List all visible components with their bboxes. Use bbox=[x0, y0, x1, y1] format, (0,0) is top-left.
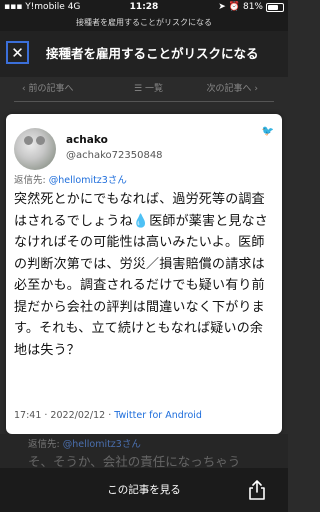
prev-label: 前の記事へ bbox=[28, 84, 74, 94]
divider bbox=[14, 101, 274, 102]
prev-article-link[interactable]: ‹ 前の記事へ bbox=[22, 77, 73, 101]
close-button[interactable]: ✕ bbox=[6, 41, 29, 64]
embedded-tweet[interactable]: achako @achako72350848 🐦 返信先: @hellomitz… bbox=[6, 114, 282, 434]
close-icon: ✕ bbox=[11, 43, 24, 62]
status-bar: ▪▪▪ Y!mobile 4G 11:28 ➤ ⏰ 81% bbox=[0, 0, 288, 14]
source-link[interactable]: Twitter for Android bbox=[114, 410, 202, 421]
avatar-detail bbox=[36, 136, 45, 145]
view-article-button[interactable]: この記事を見る bbox=[0, 468, 288, 512]
droplet-icon: 💧 bbox=[132, 213, 150, 229]
article-nav: ‹ 前の記事へ ☰ 一覧 次の記事へ › bbox=[0, 77, 288, 101]
timestamp[interactable]: 17:41 · 2022/02/12 · bbox=[14, 410, 114, 421]
url-bar-title[interactable]: 接種者を雇用することがリスクになる bbox=[0, 14, 288, 31]
list-link[interactable]: ☰ 一覧 bbox=[134, 77, 163, 101]
next-reply-prefix: 返信先: bbox=[28, 439, 63, 450]
status-right: ➤ ⏰ 81% bbox=[218, 0, 284, 14]
display-name[interactable]: achako bbox=[66, 134, 108, 146]
location-icon: ➤ bbox=[218, 2, 226, 12]
battery-icon bbox=[266, 2, 284, 12]
twitter-icon: 🐦 bbox=[261, 126, 274, 137]
next-label: 次の記事へ bbox=[206, 84, 252, 94]
tweet-text-part2: 医師が薬害と見なさなければその可能性は高いみたいよ。医師の判断次第では、労災／損… bbox=[14, 213, 269, 358]
next-reply-to: 返信先: @hellomitz3さん bbox=[28, 436, 141, 450]
user-handle[interactable]: @achako72350848 bbox=[66, 150, 163, 161]
share-icon[interactable] bbox=[248, 480, 266, 500]
reply-mention-link[interactable]: @hellomitz3さん bbox=[49, 175, 127, 186]
bottom-bar: この記事を見る bbox=[0, 468, 288, 512]
battery-percent: 81% bbox=[242, 2, 263, 12]
list-label: 一覧 bbox=[144, 84, 163, 94]
avatar[interactable] bbox=[14, 128, 56, 170]
avatar-detail bbox=[24, 136, 33, 145]
header-title: 接種者を雇用することがリスクになる bbox=[46, 46, 259, 61]
reply-prefix: 返信先: bbox=[14, 175, 49, 186]
next-reply-mention[interactable]: @hellomitz3さん bbox=[63, 439, 141, 450]
reply-to: 返信先: @hellomitz3さん bbox=[14, 172, 127, 186]
next-article-link[interactable]: 次の記事へ › bbox=[207, 77, 258, 101]
tweet-meta: 17:41 · 2022/02/12 · Twitter for Android bbox=[14, 410, 202, 421]
modal-header: ✕ 接種者を雇用することがリスクになる bbox=[0, 31, 288, 77]
tweet-text: 突然死とかにでもなれば、過労死等の調査はされるでしょうね💧医師が薬害と見なさなけ… bbox=[14, 189, 276, 361]
alarm-icon: ⏰ bbox=[228, 2, 240, 12]
